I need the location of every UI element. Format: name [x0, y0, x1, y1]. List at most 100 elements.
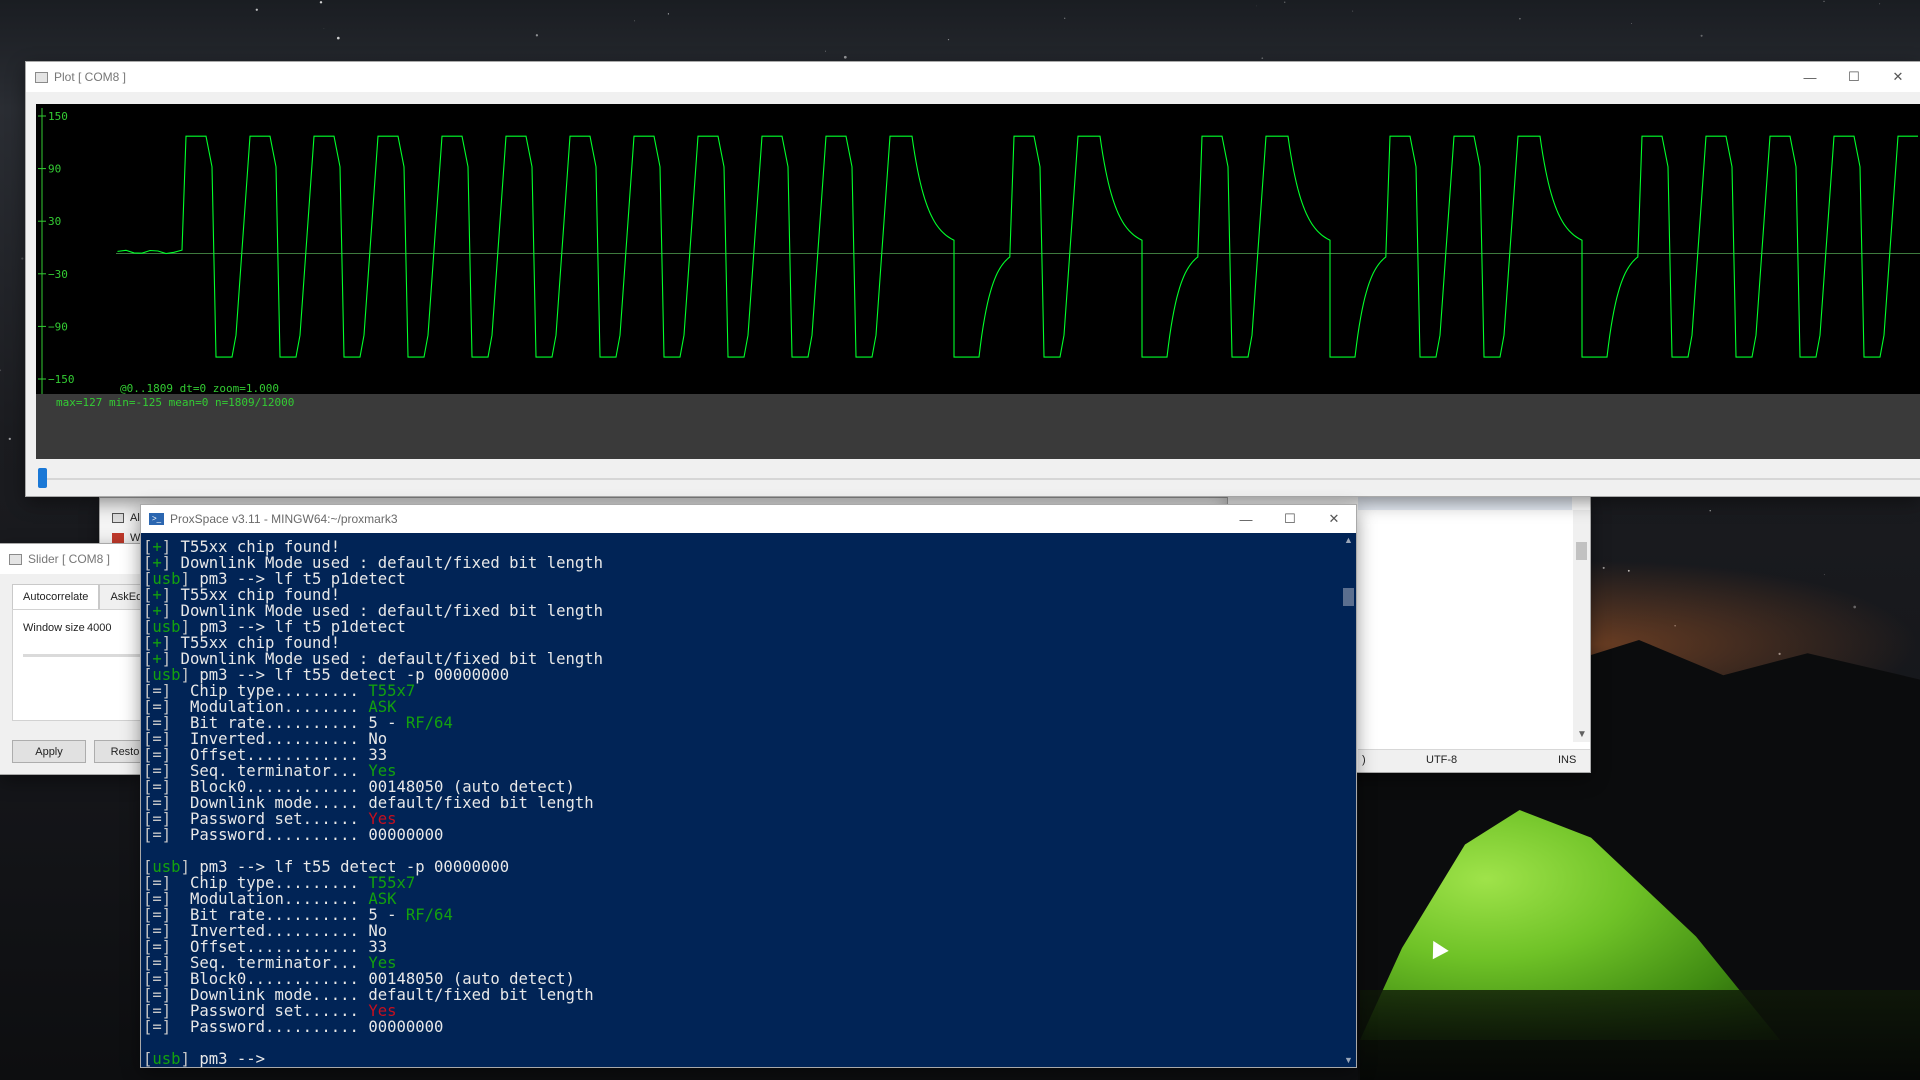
- status-cursor: ): [1362, 754, 1366, 766]
- terminal-line: [=] Downlink mode..... default/fixed bit…: [143, 987, 1340, 1003]
- scroll-down-icon[interactable]: ▼: [1577, 729, 1587, 740]
- terminal-line: [=] Downlink mode..... default/fixed bit…: [143, 795, 1340, 811]
- editor-statusbar: ) UTF-8 INS: [1358, 749, 1590, 772]
- window-size-label: Window size: [23, 622, 85, 634]
- star: [825, 50, 826, 52]
- plot-background: [36, 104, 1920, 394]
- minimize-icon[interactable]: —: [1224, 505, 1268, 533]
- minimize-icon[interactable]: —: [1788, 62, 1832, 92]
- scroll-down-icon[interactable]: ▼: [1344, 1055, 1353, 1065]
- plot-slider-track[interactable]: [42, 478, 1920, 480]
- terminal-text: Password.......... 00000000: [171, 1018, 444, 1036]
- star: [1823, 0, 1825, 3]
- window-controls: — ☐ ✕: [1788, 62, 1920, 92]
- apply-button[interactable]: Apply: [12, 740, 86, 763]
- terminal-line: [+] T55xx chip found!: [143, 635, 1340, 651]
- ground: [1360, 990, 1920, 1080]
- star: [843, 55, 847, 59]
- terminal-text: ]: [180, 1050, 190, 1067]
- editor-selection-bar: [1358, 494, 1572, 510]
- editor-scrollbar[interactable]: ▼: [1573, 510, 1590, 742]
- star: [1709, 510, 1711, 512]
- slider-window: Slider [ COM8 ] Autocorrelate AskEd Wind…: [0, 544, 156, 774]
- star: [667, 13, 669, 15]
- star: [323, 28, 325, 29]
- terminal-line: [=] Modulation........ ASK: [143, 699, 1340, 715]
- terminal-line: [=] Password.......... 00000000: [143, 827, 1340, 843]
- terminal-line: [=] Inverted.......... No: [143, 731, 1340, 747]
- terminal-line: [=] Modulation........ ASK: [143, 891, 1340, 907]
- plot-window-title: Plot [ COM8 ]: [54, 70, 127, 84]
- explorer-item[interactable]: W: [112, 532, 140, 544]
- y-tick-label: 150: [48, 110, 68, 123]
- scrollbar-thumb[interactable]: [1576, 542, 1587, 560]
- terminal-line: [usb] pm3 --> lf t55 detect -p 00000000: [143, 667, 1340, 683]
- explorer-item-label: Al: [130, 512, 140, 524]
- scrollbar-thumb[interactable]: [1343, 588, 1354, 606]
- drive-icon: [112, 513, 124, 523]
- star: [1519, 17, 1521, 20]
- maximize-icon[interactable]: ☐: [1832, 62, 1876, 92]
- y-tick-label: −90: [48, 320, 68, 333]
- star: [1261, 57, 1264, 60]
- y-tick-label: 30: [48, 215, 61, 228]
- star: [21, 257, 24, 260]
- window-icon: [35, 71, 48, 83]
- close-icon[interactable]: ✕: [1312, 505, 1356, 533]
- terminal-line: [usb] pm3 --> lf t5 p1detect: [143, 619, 1340, 635]
- autocorrelate-panel: Window size 4000: [12, 609, 153, 721]
- terminal-line: [+] Downlink Mode used : default/fixed b…: [143, 651, 1340, 667]
- signal-plot[interactable]: 150 90 30 −30 −90 −150 @0..1809 dt=0 zoom=1.00…: [36, 104, 1920, 459]
- app-icon: [112, 533, 124, 543]
- y-tick-label: −30: [48, 268, 68, 281]
- terminal-line: [=] Block0............ 00148050 (auto de…: [143, 971, 1340, 987]
- plot-window: Plot [ COM8 ] — ☐ ✕ 150 90 30 −30 −90 −150 @0.…: [26, 62, 1920, 496]
- terminal-line: [=] Block0............ 00148050 (auto de…: [143, 779, 1340, 795]
- terminal-line: [usb] pm3 --> lf t5 p1detect: [143, 571, 1340, 587]
- slider-titlebar[interactable]: Slider [ COM8 ]: [0, 544, 142, 574]
- status-encoding[interactable]: UTF-8: [1426, 754, 1457, 766]
- terminal-text: [: [143, 1050, 153, 1067]
- terminal-line: [=] Seq. terminator... Yes: [143, 955, 1340, 971]
- y-tick-label: −150: [48, 373, 75, 386]
- terminal-output[interactable]: [+] T55xx chip found! [+] Downlink Mode u…: [141, 533, 1340, 1067]
- terminal-titlebar[interactable]: >_ ProxSpace v3.11 - MINGW64:~/proxmark3…: [141, 505, 1356, 533]
- plot-area[interactable]: 150 90 30 −30 −90 −150 @0..1809 dt=0 zoom=1.00…: [36, 104, 1920, 459]
- terminal-line: [=] Seq. terminator... Yes: [143, 763, 1340, 779]
- star: [634, 20, 636, 22]
- explorer-item[interactable]: Al: [112, 512, 140, 524]
- terminal-line: [=] Offset............ 33: [143, 939, 1340, 955]
- terminal-scrollbar[interactable]: ▲ ▼: [1340, 533, 1356, 1067]
- close-icon[interactable]: ✕: [1876, 62, 1920, 92]
- terminal-text: [=]: [143, 826, 172, 844]
- plot-slider-thumb[interactable]: [38, 468, 47, 488]
- star: [0, 369, 2, 372]
- scroll-up-icon[interactable]: ▲: [1344, 535, 1353, 545]
- star: [1352, 10, 1354, 12]
- terminal-line: [=] Chip type......... T55x7: [143, 875, 1340, 891]
- tab-autocorrelate[interactable]: Autocorrelate: [12, 584, 100, 609]
- star: [255, 8, 258, 11]
- plot-scrollbar[interactable]: [36, 466, 1920, 492]
- slider-tabs: Autocorrelate AskEd: [12, 584, 154, 609]
- plot-stats-info: max=127 min=-125 mean=0 n=1809/12000: [56, 396, 294, 409]
- plot-titlebar[interactable]: Plot [ COM8 ] — ☐ ✕: [26, 62, 1920, 92]
- window-size-slider[interactable]: [23, 654, 153, 657]
- terminal-text: usb: [152, 1050, 181, 1067]
- terminal-text: pm3 -->: [189, 1050, 266, 1067]
- star: [535, 34, 539, 37]
- maximize-icon[interactable]: ☐: [1268, 505, 1312, 533]
- window-icon: [9, 553, 22, 565]
- star: [8, 437, 11, 441]
- star: [1284, 1, 1286, 3]
- slider-window-title: Slider [ COM8 ]: [28, 552, 111, 566]
- terminal-text: [=]: [143, 1018, 172, 1036]
- explorer-item-label: W: [130, 532, 141, 544]
- star: [1631, 23, 1632, 25]
- terminal-line: [=] Password.......... 00000000: [143, 1019, 1340, 1035]
- terminal-line: [=] Bit rate.......... 5 - RF/64: [143, 715, 1340, 731]
- terminal-line: [usb] pm3 -->: [143, 1051, 1340, 1067]
- terminal-text: Password.......... 00000000: [171, 826, 444, 844]
- terminal-title: ProxSpace v3.11 - MINGW64:~/proxmark3: [170, 512, 398, 526]
